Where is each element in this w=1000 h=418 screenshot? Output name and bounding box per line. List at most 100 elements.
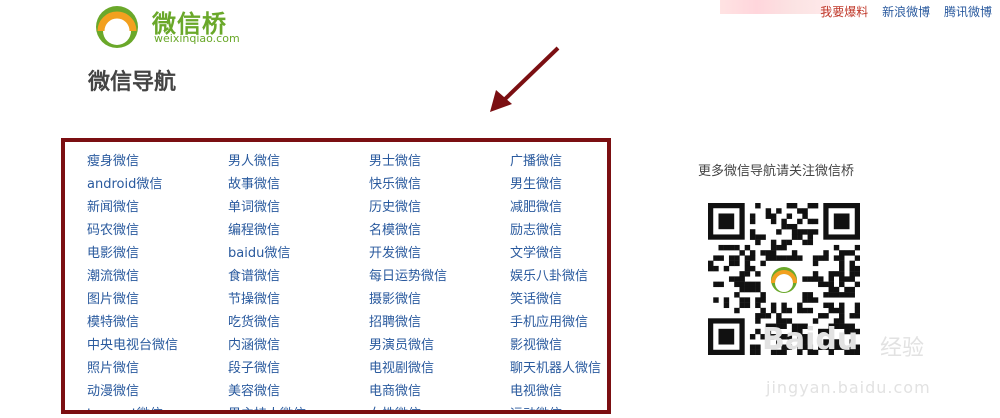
qr-finder bbox=[833, 213, 850, 230]
qr-module bbox=[749, 229, 756, 235]
nav-link[interactable]: 男生微信 bbox=[510, 173, 607, 196]
qr-module bbox=[844, 250, 850, 256]
qr-module bbox=[755, 281, 761, 288]
nav-link[interactable]: tencent微信 bbox=[87, 403, 228, 410]
nav-link[interactable]: 瘦身微信 bbox=[87, 150, 228, 173]
nav-link[interactable]: 影视微信 bbox=[510, 334, 607, 357]
qr-module bbox=[849, 265, 855, 272]
nav-link[interactable]: 历史微信 bbox=[369, 196, 510, 219]
nav-link[interactable]: baidu微信 bbox=[228, 242, 369, 265]
nav-link[interactable]: 节操微信 bbox=[228, 288, 369, 311]
nav-link[interactable]: 照片微信 bbox=[87, 357, 228, 380]
nav-link[interactable]: android微信 bbox=[87, 173, 228, 196]
qr-module bbox=[723, 265, 730, 272]
qr-module bbox=[839, 302, 845, 309]
qr-module bbox=[844, 292, 850, 298]
nav-link[interactable]: 电商微信 bbox=[369, 380, 510, 403]
qr-module bbox=[839, 276, 845, 282]
qr-module bbox=[734, 281, 740, 288]
nav-link[interactable]: 电影微信 bbox=[87, 242, 228, 265]
nav-link[interactable]: 单词微信 bbox=[228, 196, 369, 219]
qr-module bbox=[760, 313, 766, 319]
nav-link[interactable]: 每日运势微信 bbox=[369, 265, 510, 288]
qr-module bbox=[770, 239, 777, 246]
qr-module bbox=[744, 265, 751, 272]
nav-link[interactable]: 动漫微信 bbox=[87, 380, 228, 403]
qr-module bbox=[849, 271, 855, 277]
nav-link[interactable]: 广播微信 bbox=[510, 150, 607, 173]
nav-link[interactable]: 笑话微信 bbox=[510, 288, 607, 311]
nav-link[interactable]: 潮流微信 bbox=[87, 265, 228, 288]
nav-link[interactable]: 模特微信 bbox=[87, 311, 228, 334]
nav-link[interactable]: 运动微信 bbox=[510, 403, 607, 410]
nav-link[interactable]: 开发微信 bbox=[369, 242, 510, 265]
qr-module bbox=[791, 255, 798, 261]
nav-link[interactable]: 中央电视台微信 bbox=[87, 334, 228, 357]
qr-module bbox=[812, 218, 819, 225]
qr-module bbox=[765, 313, 772, 319]
qr-module bbox=[818, 255, 824, 261]
qr-module bbox=[755, 203, 761, 209]
nav-link[interactable]: 美容微信 bbox=[228, 380, 369, 403]
nav-link[interactable]: 男人微信 bbox=[228, 150, 369, 173]
qr-module bbox=[749, 213, 756, 219]
qr-module bbox=[739, 276, 745, 282]
nav-link[interactable]: 励志微信 bbox=[510, 219, 607, 242]
qr-module bbox=[776, 208, 782, 214]
watermark-jingyan: 经验 bbox=[880, 336, 925, 361]
nav-link[interactable]: 食谱微信 bbox=[228, 265, 369, 288]
sina-weibo-link[interactable]: 新浪微博 bbox=[882, 5, 930, 19]
qr-module bbox=[807, 292, 814, 298]
nav-link[interactable]: 减肥微信 bbox=[510, 196, 607, 219]
qr-module bbox=[812, 255, 819, 261]
nav-link[interactable]: 码农微信 bbox=[87, 219, 228, 242]
qr-module bbox=[765, 250, 772, 256]
nav-link[interactable]: 故事微信 bbox=[228, 173, 369, 196]
nav-link[interactable]: 段子微信 bbox=[228, 357, 369, 380]
nav-link[interactable]: 男演员微信 bbox=[369, 334, 510, 357]
tencent-weibo-link[interactable]: 腾讯微博 bbox=[944, 5, 992, 19]
nav-link[interactable]: 男主持人微信 bbox=[228, 403, 369, 410]
nav-link[interactable]: 吃货微信 bbox=[228, 311, 369, 334]
nav-link[interactable]: 图片微信 bbox=[87, 288, 228, 311]
nav-link[interactable]: 文学微信 bbox=[510, 242, 607, 265]
qr-module bbox=[734, 276, 740, 282]
qr-module bbox=[749, 334, 756, 340]
qr-module bbox=[760, 250, 766, 256]
qr-module bbox=[765, 255, 772, 261]
nav-link[interactable]: 男士微信 bbox=[369, 150, 510, 173]
qr-module bbox=[786, 213, 793, 219]
qr-module bbox=[708, 265, 714, 272]
nav-link[interactable]: 快乐微信 bbox=[369, 173, 510, 196]
qr-module bbox=[739, 286, 745, 293]
qr-module bbox=[713, 281, 719, 288]
qr-module bbox=[807, 218, 814, 225]
qr-module bbox=[839, 292, 845, 298]
qr-module bbox=[802, 297, 808, 303]
qr-module bbox=[760, 234, 766, 240]
nav-link[interactable]: 电视微信 bbox=[510, 380, 607, 403]
qr-module bbox=[781, 239, 787, 246]
qr-module bbox=[755, 313, 761, 319]
qr-module bbox=[802, 307, 808, 314]
nav-link[interactable]: 名模微信 bbox=[369, 219, 510, 242]
nav-link[interactable]: 编程微信 bbox=[228, 219, 369, 242]
qr-module bbox=[718, 255, 724, 261]
nav-link[interactable]: 手机应用微信 bbox=[510, 311, 607, 334]
qr-module bbox=[839, 307, 845, 314]
qr-module bbox=[749, 286, 756, 293]
qr-module bbox=[781, 255, 787, 261]
nav-link[interactable]: 电视剧微信 bbox=[369, 357, 510, 380]
report-news-link[interactable]: 我要爆料 bbox=[820, 5, 868, 19]
qr-module bbox=[833, 307, 840, 314]
nav-link[interactable]: 摄影微信 bbox=[369, 288, 510, 311]
nav-link[interactable]: 女性微信 bbox=[369, 403, 510, 410]
nav-link[interactable]: 聊天机器人微信 bbox=[510, 357, 607, 380]
nav-link[interactable]: 新闻微信 bbox=[87, 196, 228, 219]
nav-link[interactable]: 招聘微信 bbox=[369, 311, 510, 334]
nav-link[interactable]: 内涵微信 bbox=[228, 334, 369, 357]
qr-module bbox=[854, 271, 860, 277]
qr-module bbox=[854, 281, 860, 288]
nav-link[interactable]: 娱乐八卦微信 bbox=[510, 265, 607, 288]
qr-module bbox=[823, 313, 829, 319]
